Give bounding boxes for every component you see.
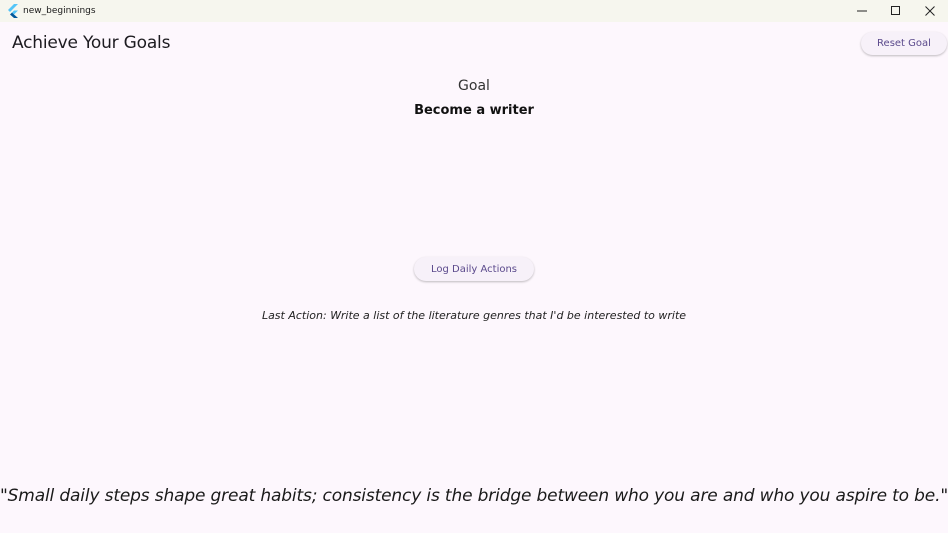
minimize-button[interactable] — [845, 0, 879, 22]
close-button[interactable] — [913, 0, 947, 22]
goal-value: Become a writer — [414, 103, 534, 118]
flutter-logo-icon — [7, 4, 19, 18]
last-action-text: Last Action: Write a list of the literat… — [261, 309, 687, 322]
motivational-quote: "Small daily steps shape great habits; c… — [0, 486, 948, 506]
window-title: new_beginnings — [23, 6, 96, 16]
goal-label: Goal — [458, 78, 490, 94]
window-titlebar: new_beginnings — [0, 0, 948, 22]
maximize-icon — [891, 6, 901, 16]
app-title: Achieve Your Goals — [12, 33, 171, 53]
reset-goal-button[interactable]: Reset Goal — [861, 32, 947, 55]
close-icon — [925, 6, 935, 16]
maximize-button[interactable] — [879, 0, 913, 22]
log-daily-actions-button[interactable]: Log Daily Actions — [414, 257, 534, 281]
minimize-icon — [857, 6, 867, 16]
